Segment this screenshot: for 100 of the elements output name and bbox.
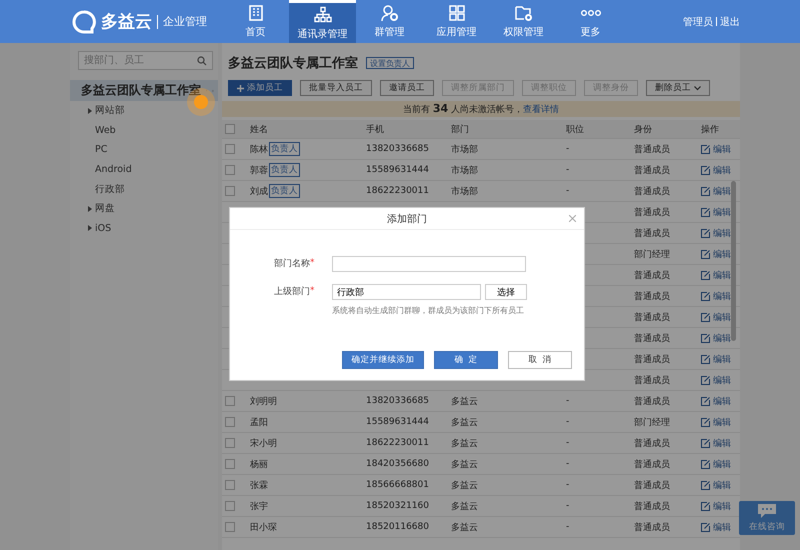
name-cell-text: 刘明明 [250, 396, 277, 408]
toolbar-button[interactable]: 批量导入员工 [300, 80, 372, 96]
caret-icon [694, 86, 701, 90]
nav-tab[interactable]: 首页 [222, 0, 289, 43]
row-checkbox[interactable] [225, 144, 235, 154]
org-name: 多益云团队专属工作室 [81, 82, 201, 99]
row-checkbox[interactable] [225, 186, 235, 196]
nav-tab[interactable]: 权限管理 [490, 0, 557, 43]
expand-arrow-icon[interactable] [88, 225, 92, 232]
row-checkbox[interactable] [225, 165, 235, 175]
edit-link[interactable]: 编辑 [701, 352, 731, 366]
role-cell-text: 普通成员 [634, 143, 670, 156]
edit-link[interactable]: 编辑 [701, 520, 731, 534]
row-checkbox[interactable] [225, 396, 235, 406]
name-cell-text: 田小琛 [250, 522, 277, 534]
edit-icon [701, 376, 710, 384]
role-cell-text: 普通成员 [634, 206, 670, 218]
position-cell: - [566, 186, 570, 196]
phone-cell: 18420356680 [366, 459, 429, 469]
admin-link[interactable]: 管理员 [683, 14, 713, 28]
tree-item[interactable]: 网站部 [70, 101, 218, 121]
edit-link[interactable]: 编辑 [701, 206, 731, 218]
edit-link[interactable]: 编辑 [701, 290, 731, 302]
name-cell-text: 张宇 [250, 500, 268, 512]
edit-link[interactable]: 编辑 [701, 184, 731, 198]
dialog-button[interactable]: 取 消 [508, 351, 572, 369]
toolbar-button[interactable]: 邀请员工 [380, 80, 434, 96]
tree-item[interactable]: 网盘 [70, 198, 218, 219]
role-cell-text: 普通成员 [634, 185, 670, 198]
nav-tab[interactable]: 更多 [557, 0, 624, 43]
role-cell-text: 普通成员 [634, 479, 670, 492]
grid-icon [448, 4, 466, 22]
tree-item[interactable]: 行政部 [70, 179, 218, 199]
name-cell-text: 宋小明 [250, 438, 277, 450]
edit-link[interactable]: 编辑 [701, 458, 731, 470]
search-field[interactable]: 搜部门、员工 [78, 51, 213, 70]
edit-icon [701, 166, 710, 174]
row-checkbox[interactable] [225, 522, 235, 532]
expand-arrow-icon[interactable] [88, 206, 92, 212]
nav-tab[interactable]: 通讯录管理 [289, 0, 356, 43]
edit-link[interactable]: 编辑 [701, 436, 731, 450]
edit-link[interactable]: 编辑 [701, 226, 731, 240]
plus-icon [237, 84, 244, 92]
edit-link[interactable]: 编辑 [701, 332, 731, 344]
edit-icon [701, 438, 710, 448]
online-chat-button[interactable]: 在线咨询 [739, 501, 795, 535]
row-checkbox[interactable] [225, 417, 235, 427]
edit-icon [701, 460, 710, 468]
department-cell-text: 多益云 [451, 458, 478, 470]
role-cell-text: 普通成员 [634, 332, 670, 344]
position-cell: - [566, 501, 570, 511]
tree-item[interactable]: iOS [70, 218, 218, 238]
column-header: 姓名 [249, 124, 269, 136]
tree-item[interactable]: Web [70, 120, 218, 140]
role-cell-text: 普通成员 [634, 500, 670, 512]
role-cell-text: 普通成员 [634, 374, 670, 386]
edit-link[interactable]: 编辑 [701, 310, 731, 324]
toolbar-button[interactable]: 添加员工 [228, 80, 292, 96]
row-checkbox[interactable] [225, 459, 235, 469]
edit-link[interactable]: 编辑 [701, 164, 731, 176]
edit-link[interactable]: 编辑 [701, 374, 731, 386]
toolbar-button[interactable]: 删除员工 [646, 80, 710, 96]
tree-item[interactable]: PC [70, 140, 218, 160]
edit-link[interactable]: 编辑 [701, 394, 731, 408]
dialog-button[interactable]: 确定并继续添加 [342, 351, 424, 369]
org-row[interactable]: 多益云团队专属工作室 [70, 80, 218, 101]
tree-label: 网站部 [95, 104, 125, 118]
input-field[interactable]: 行政部 [332, 284, 481, 300]
logout-link[interactable]: 退出 [720, 14, 740, 28]
row-checkbox[interactable] [225, 438, 235, 448]
edit-link[interactable]: 编辑 [701, 478, 731, 492]
row-checkbox[interactable] [225, 501, 235, 511]
edit-link[interactable]: 编辑 [701, 416, 731, 428]
expand-arrow-icon[interactable] [88, 108, 92, 114]
name-cell-text: 郭蓉 [250, 164, 268, 176]
set-manager-button[interactable]: 设置负责人 [366, 57, 414, 69]
input-field[interactable] [332, 256, 526, 272]
edit-link[interactable]: 编辑 [701, 500, 731, 512]
edit-icon [701, 228, 710, 238]
edit-link[interactable]: 编辑 [701, 248, 731, 260]
nav-tab[interactable]: 群管理 [356, 0, 423, 43]
row-checkbox[interactable] [225, 480, 235, 490]
edit-link[interactable]: 编辑 [701, 268, 731, 282]
department-cell-text: 市场部 [451, 144, 478, 156]
folder-gear-icon [514, 4, 532, 22]
select-button[interactable]: 选择 [485, 284, 527, 300]
edit-icon [701, 312, 710, 322]
nav-tab[interactable]: 应用管理 [423, 0, 490, 43]
tree-item[interactable]: Android [70, 160, 218, 180]
select-all-checkbox[interactable] [225, 124, 235, 134]
department-cell-text: 市场部 [451, 164, 478, 176]
field-hint: 系统将自动生成部门群聊，群成员为该部门下所有员工 [332, 305, 525, 316]
building-icon [246, 4, 264, 22]
view-details-link[interactable]: 查看详情 [523, 102, 560, 116]
close-icon[interactable] [569, 215, 576, 222]
scrollbar[interactable] [731, 181, 736, 341]
dialog-button[interactable]: 确 定 [434, 351, 498, 369]
edit-link[interactable]: 编辑 [701, 142, 731, 156]
column-header: 操作 [700, 124, 720, 136]
role-cell-text: 普通成员 [634, 311, 670, 324]
